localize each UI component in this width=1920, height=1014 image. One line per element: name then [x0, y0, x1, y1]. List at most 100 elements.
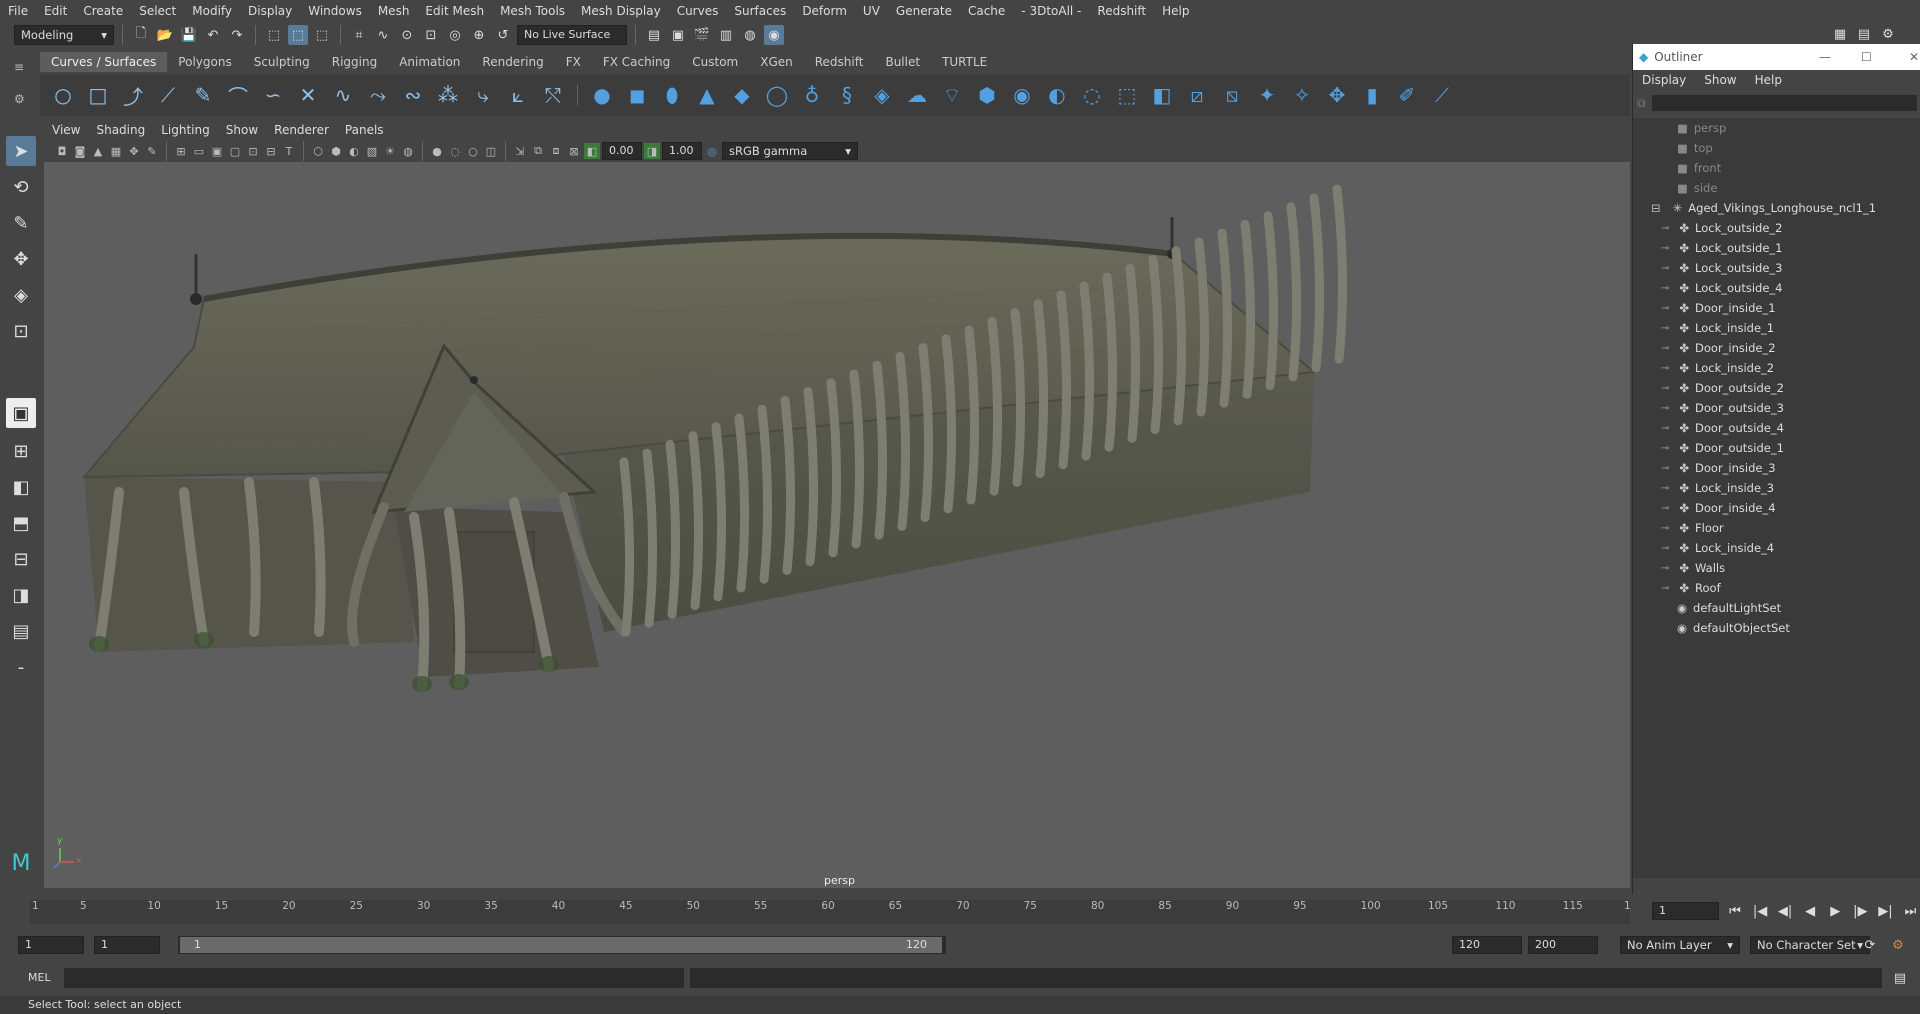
viewport-3d[interactable]: x y persp: [44, 162, 1630, 888]
shelf-tab-rigging[interactable]: Rigging: [321, 52, 388, 72]
xray-icon[interactable]: ⧉: [530, 143, 546, 159]
exposure-field[interactable]: 0.00: [602, 142, 642, 160]
trim-icon[interactable]: ◧: [1147, 80, 1177, 110]
time-slider[interactable]: 1 5 10 15 20 25 30 35 40 45 50 55 60 65 70 75 80 85 90 95 10…: [0, 896, 1631, 926]
untrim-icon[interactable]: ⧄: [1182, 80, 1212, 110]
shelf-tab-custom[interactable]: Custom: [681, 52, 749, 72]
outliner-item[interactable]: ⊸ ✤ Lock_outside_2: [1661, 218, 1782, 238]
scene-end-field[interactable]: 200: [1528, 936, 1598, 954]
render-layout-icon[interactable]: ◨: [6, 580, 36, 610]
gamma-field[interactable]: 1.00: [662, 142, 702, 160]
menu-help[interactable]: Help: [1154, 4, 1197, 18]
collapse-icon[interactable]: -: [6, 652, 36, 682]
minimize-icon[interactable]: —: [1819, 50, 1831, 64]
outliner-item[interactable]: ⊸ ✤ Door_outside_3: [1661, 398, 1784, 418]
rotate-tool-icon[interactable]: ◈: [6, 280, 36, 310]
render-settings-icon[interactable]: ▤: [644, 25, 664, 45]
bevel-icon[interactable]: ◐: [1042, 80, 1072, 110]
nurbs-plane-icon[interactable]: ◆: [727, 80, 757, 110]
attach-surface-icon[interactable]: ⧅: [1217, 80, 1247, 110]
depth-of-field-icon[interactable]: ◫: [483, 143, 499, 159]
step-back-key-icon[interactable]: |◀: [1750, 901, 1769, 921]
outliner-item[interactable]: ■ persp: [1677, 118, 1726, 138]
menu-create[interactable]: Create: [75, 4, 131, 18]
history-icon[interactable]: ↺: [493, 25, 513, 45]
viewport-menu-renderer[interactable]: Renderer: [266, 123, 337, 137]
gate-mask-icon[interactable]: ▢: [227, 143, 243, 159]
hypershade-layout-icon[interactable]: ⊟: [6, 544, 36, 574]
character-set-dropdown[interactable]: No Character Set ▾: [1750, 936, 1870, 954]
menu-set-dropdown[interactable]: Modeling ▾: [14, 25, 114, 45]
camera-icon[interactable]: ◘: [54, 143, 70, 159]
outliner-item[interactable]: ⊸ ✤ Roof: [1661, 578, 1721, 598]
film-gate-icon[interactable]: ▭: [191, 143, 207, 159]
align-surface-icon[interactable]: ✧: [1287, 80, 1317, 110]
cv-curve-icon[interactable]: ⤴: [118, 80, 148, 110]
outliner-item[interactable]: ⊟ ✳ Aged_Vikings_Longhouse_ncl1_1: [1651, 198, 1876, 218]
color-management-icon[interactable]: ◎: [704, 143, 720, 159]
outliner-item[interactable]: ⊸ ✤ Door_outside_2: [1661, 378, 1784, 398]
shelf-tab-sculpting[interactable]: Sculpting: [243, 52, 321, 72]
open-close-icon[interactable]: ✥: [1322, 80, 1352, 110]
outliner-item[interactable]: ◉ defaultLightSet: [1677, 598, 1781, 618]
outliner-menu-show[interactable]: Show: [1695, 73, 1745, 87]
shelf-tab-animation[interactable]: Animation: [388, 52, 471, 72]
snap-point-icon[interactable]: ⊙: [397, 25, 417, 45]
anti-alias-icon[interactable]: ○: [465, 143, 481, 159]
outliner-item[interactable]: ⊸ ✤ Lock_inside_2: [1661, 358, 1774, 378]
viewport-menu-shading[interactable]: Shading: [88, 123, 153, 137]
outliner-item[interactable]: ⊸ ✤ Lock_outside_4: [1661, 278, 1782, 298]
open-scene-icon[interactable]: 📂: [155, 25, 175, 45]
playback-end-field[interactable]: 120: [1452, 936, 1522, 954]
redshift-render-icon[interactable]: ◉: [764, 25, 784, 45]
menu-redshift[interactable]: Redshift: [1089, 4, 1154, 18]
playback-start-field[interactable]: 1: [94, 936, 160, 954]
go-to-start-icon[interactable]: ⏮: [1725, 901, 1744, 921]
resolution-gate-icon[interactable]: ▣: [209, 143, 225, 159]
lasso-tool-icon[interactable]: ⟲: [6, 172, 36, 202]
save-scene-icon[interactable]: 💾: [179, 25, 199, 45]
menu-cache[interactable]: Cache: [960, 4, 1013, 18]
menu-deform[interactable]: Deform: [794, 4, 855, 18]
safe-title-icon[interactable]: T: [281, 143, 297, 159]
boundary-icon[interactable]: ⬢: [972, 80, 1002, 110]
outliner-item[interactable]: ⊸ ✤ Door_inside_1: [1661, 298, 1776, 318]
insert-knot-icon[interactable]: ⟀: [503, 80, 533, 110]
menu-surfaces[interactable]: Surfaces: [726, 4, 794, 18]
outliner-item[interactable]: ⊸ ✤ Lock_inside_1: [1661, 318, 1774, 338]
outliner-item[interactable]: ⊸ ✤ Lock_inside_3: [1661, 478, 1774, 498]
isolate-select-icon[interactable]: ⇲: [512, 143, 528, 159]
outliner-item[interactable]: ■ front: [1677, 158, 1721, 178]
shelf-tab-bullet[interactable]: Bullet: [874, 52, 931, 72]
menu-display[interactable]: Display: [240, 4, 300, 18]
step-forward-key-icon[interactable]: ▶|: [1876, 901, 1895, 921]
detach-curve-icon[interactable]: ⤳: [363, 80, 393, 110]
detach-surface-icon[interactable]: ✦: [1252, 80, 1282, 110]
script-layout-icon[interactable]: ▤: [6, 616, 36, 646]
shelf-tab-fx[interactable]: FX: [555, 52, 592, 72]
snap-view-icon[interactable]: ⊡: [421, 25, 441, 45]
persp-graph-icon[interactable]: ⬒: [6, 508, 36, 538]
exposure-icon[interactable]: ◧: [584, 143, 600, 159]
persp-outliner-icon[interactable]: ◧: [6, 472, 36, 502]
camera-attr-icon[interactable]: ◙: [72, 143, 88, 159]
outliner-item[interactable]: ⊸ ✤ Door_inside_2: [1661, 338, 1776, 358]
rebuild-surface-icon[interactable]: ⟋: [1427, 80, 1457, 110]
viewport-menu-lighting[interactable]: Lighting: [153, 123, 218, 137]
viewport-menu-show[interactable]: Show: [218, 123, 266, 137]
xray-active-icon[interactable]: ⊠: [566, 143, 582, 159]
shelf-tab-polygons[interactable]: Polygons: [167, 52, 242, 72]
filter-icon[interactable]: ⧉: [1637, 96, 1646, 111]
four-view-icon[interactable]: ⊞: [6, 436, 36, 466]
layout-icon[interactable]: ▦: [1830, 24, 1850, 44]
shelf-tab-fx-caching[interactable]: FX Caching: [592, 52, 681, 72]
shadows-icon[interactable]: ◍: [400, 143, 416, 159]
auto-key-icon[interactable]: ⟳: [1860, 935, 1880, 955]
cut-curve-icon[interactable]: ⤲: [538, 80, 568, 110]
nurbs-sphere-icon[interactable]: ●: [587, 80, 617, 110]
outliner-item[interactable]: ⊸ ✤ Door_inside_4: [1661, 498, 1776, 518]
nurbs-torus-icon[interactable]: ◯: [762, 80, 792, 110]
project-curve-icon[interactable]: ◌: [1077, 80, 1107, 110]
scale-tool-icon[interactable]: ⊡: [6, 316, 36, 346]
maximize-icon[interactable]: ☐: [1861, 50, 1872, 64]
